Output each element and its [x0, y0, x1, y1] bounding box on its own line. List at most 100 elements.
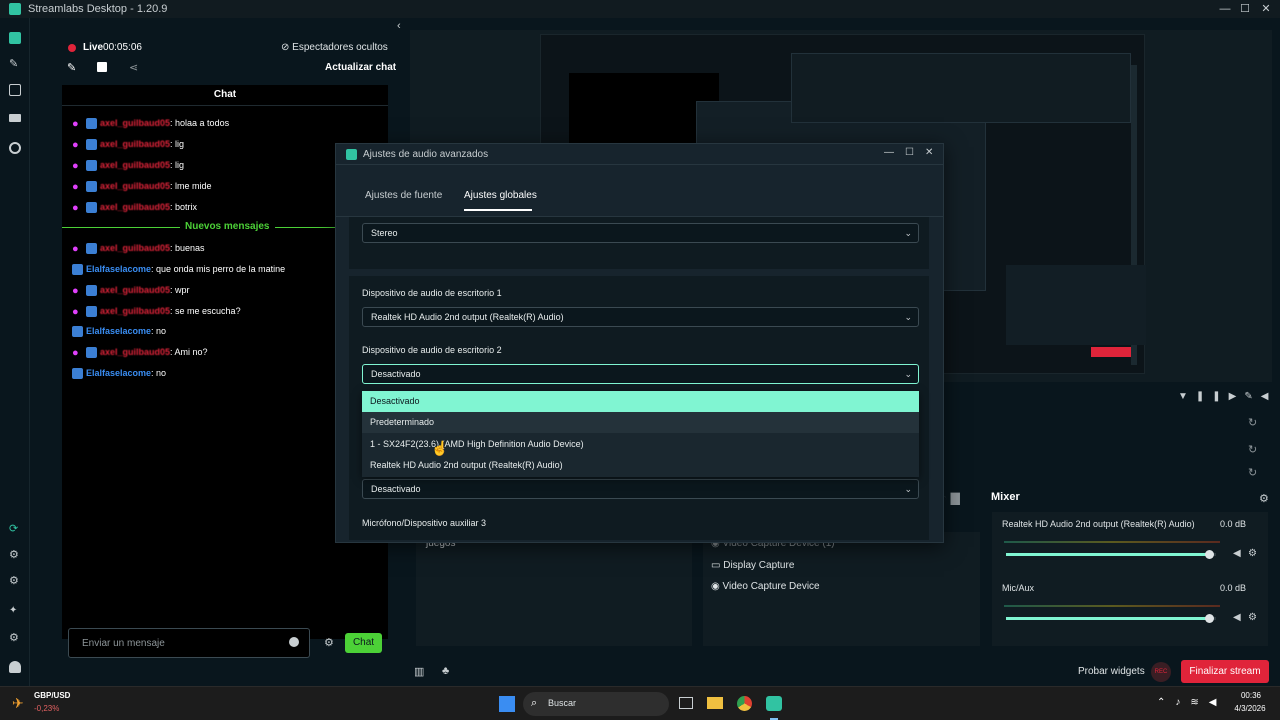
- ticker-change: -0,23%: [34, 704, 60, 713]
- mute-icon[interactable]: ◀: [1233, 548, 1241, 559]
- chat-username[interactable]: axel_guilbaud05: [100, 306, 170, 316]
- chat-input[interactable]: Enviar un mensaje: [68, 628, 310, 658]
- preview-end-stream: [1091, 347, 1131, 357]
- minimize-icon[interactable]: —: [884, 147, 894, 158]
- edit-icon: ✎: [1244, 391, 1261, 402]
- rec-button[interactable]: REC: [1151, 662, 1171, 682]
- chrome-icon[interactable]: [737, 696, 752, 711]
- chat-username[interactable]: axel_guilbaud05: [100, 139, 170, 149]
- cloud-icon[interactable]: ⚙: [9, 549, 21, 561]
- mixer-settings-icon[interactable]: ⚙: [1259, 492, 1269, 505]
- user-icon[interactable]: [9, 661, 21, 673]
- sparkle-icon[interactable]: ✦: [9, 605, 21, 617]
- volume-slider-knob[interactable]: [1204, 550, 1214, 559]
- search-box[interactable]: ⌕ Buscar: [523, 692, 669, 716]
- test-widgets-button[interactable]: Probar widgets: [1078, 666, 1145, 677]
- chat-username[interactable]: Elalfaselacome: [86, 264, 151, 274]
- source-item[interactable]: ▭ Display Capture: [711, 560, 794, 571]
- desktop1-select[interactable]: Realtek HD Audio 2nd output (Realtek(R) …: [362, 307, 919, 327]
- highlighter-icon[interactable]: ⟳: [9, 523, 21, 535]
- search-label: Buscar: [548, 698, 577, 708]
- minimize-icon[interactable]: —: [1218, 2, 1232, 16]
- chat-username[interactable]: axel_guilbaud05: [100, 347, 170, 357]
- stats-icon[interactable]: ▥: [414, 665, 424, 678]
- chat-settings-icon[interactable]: ⚙: [324, 636, 334, 649]
- nav-rail: ✎ ⟳ ⚙ ⚙ ✦ ⚙: [0, 18, 30, 686]
- record-icon[interactable]: [9, 142, 21, 154]
- mic1-select[interactable]: Desactivado ⌄: [362, 479, 919, 499]
- volume-slider-knob[interactable]: [1204, 614, 1214, 623]
- channels-select[interactable]: Stereo ⌄: [362, 223, 919, 243]
- studio-icon[interactable]: [9, 114, 21, 122]
- refresh-icon[interactable]: ↻: [1248, 466, 1257, 479]
- tab-source-settings[interactable]: Ajustes de fuente: [365, 190, 442, 201]
- mod-badge-icon: [86, 284, 97, 296]
- end-stream-button[interactable]: Finalizar stream: [1181, 660, 1269, 683]
- store-icon[interactable]: [9, 84, 21, 96]
- bell-icon[interactable]: ♣: [442, 665, 449, 677]
- task-view-icon[interactable]: [679, 697, 693, 709]
- channel-settings-icon[interactable]: ⚙: [1248, 612, 1257, 623]
- volume-slider-track[interactable]: [1006, 550, 1216, 559]
- mic-badge-icon: ●: [72, 305, 79, 318]
- level-meter: [1004, 605, 1220, 607]
- chat-username[interactable]: Elalfaselacome: [86, 368, 151, 378]
- filter-icon: ▼: [1178, 391, 1196, 402]
- dashboard-icon[interactable]: ⚙: [9, 575, 21, 587]
- desktop2-select[interactable]: Desactivado ⌄: [362, 364, 919, 384]
- start-icon[interactable]: [499, 696, 515, 712]
- tab-global-settings[interactable]: Ajustes globales: [464, 190, 537, 201]
- tray-icons[interactable]: ⌃♪≋◀: [1157, 697, 1226, 708]
- chat-username[interactable]: axel_guilbaud05: [100, 160, 170, 170]
- chat-send-button[interactable]: Chat: [345, 633, 382, 653]
- chat-message: ● axel_guilbaud05: wpr: [72, 282, 190, 298]
- volume-slider-fill: [1006, 617, 1210, 620]
- refresh-icon[interactable]: ↻: [1248, 416, 1257, 429]
- mute-icon[interactable]: ◀: [1233, 612, 1241, 623]
- share-icon[interactable]: ⋖: [129, 61, 138, 74]
- volume-slider-track[interactable]: [1006, 614, 1216, 623]
- clock-time[interactable]: 00:36: [1236, 691, 1266, 700]
- settings-icon[interactable]: ⚙: [9, 632, 21, 644]
- channel-settings-icon[interactable]: ⚙: [1248, 548, 1257, 559]
- chat-username[interactable]: axel_guilbaud05: [100, 202, 170, 212]
- preview-mixer: [1006, 265, 1146, 345]
- themes-icon[interactable]: ✎: [9, 58, 21, 70]
- chat-username[interactable]: axel_guilbaud05: [100, 285, 170, 295]
- clock-date[interactable]: 4/3/2026: [1230, 704, 1270, 713]
- mic-icon: ♪: [1175, 697, 1191, 708]
- dropdown-option[interactable]: Realtek HD Audio 2nd output (Realtek(R) …: [362, 455, 919, 476]
- chevron-down-icon: ⌄: [904, 312, 912, 322]
- streamlabs-icon[interactable]: [766, 696, 782, 711]
- mod-badge-icon: [86, 201, 97, 213]
- source-item[interactable]: ◉ Video Capture Device: [711, 581, 820, 592]
- chat-text: : lig: [170, 139, 185, 149]
- viewers-hidden[interactable]: ⊘ Espectadores ocultos: [281, 42, 388, 53]
- chat-username[interactable]: axel_guilbaud05: [100, 243, 170, 253]
- title-bar: Streamlabs Desktop - 1.20.9 — ☐ ✕: [0, 0, 1280, 18]
- maximize-icon[interactable]: ☐: [905, 147, 914, 158]
- dropdown-option[interactable]: Desactivado: [362, 391, 919, 412]
- maximize-icon[interactable]: ☐: [1238, 2, 1252, 16]
- ticker-symbol[interactable]: GBP/USD: [34, 691, 70, 700]
- popout-icon[interactable]: [97, 62, 107, 72]
- chat-username[interactable]: axel_guilbaud05: [100, 118, 170, 128]
- dialog-title: Ajustes de audio avanzados: [363, 149, 489, 160]
- chat-username[interactable]: axel_guilbaud05: [100, 181, 170, 191]
- chat-text: : que onda mis perro de la matine: [151, 264, 286, 274]
- edit-icon[interactable]: ✎: [67, 61, 76, 74]
- refresh-icon[interactable]: ↻: [1248, 443, 1257, 456]
- chat-message: ● axel_guilbaud05: holaa a todos: [72, 115, 229, 131]
- explorer-icon[interactable]: [707, 697, 723, 709]
- dropdown-option[interactable]: Predeterminado: [362, 412, 919, 433]
- emoji-icon[interactable]: [289, 637, 299, 647]
- collapse-icon[interactable]: ‹: [397, 20, 401, 32]
- scene-toolbar[interactable]: ▼❚❚▶✎◀: [1178, 391, 1276, 402]
- chat-username[interactable]: Elalfaselacome: [86, 326, 151, 336]
- desktop1-label: Dispositivo de audio de escritorio 1: [362, 288, 502, 298]
- close-icon[interactable]: ✕: [925, 147, 933, 158]
- app-logo-icon: [346, 149, 357, 160]
- close-icon[interactable]: ✕: [1259, 2, 1273, 16]
- refresh-chat-button[interactable]: Actualizar chat: [325, 62, 396, 73]
- editor-icon[interactable]: [9, 32, 21, 44]
